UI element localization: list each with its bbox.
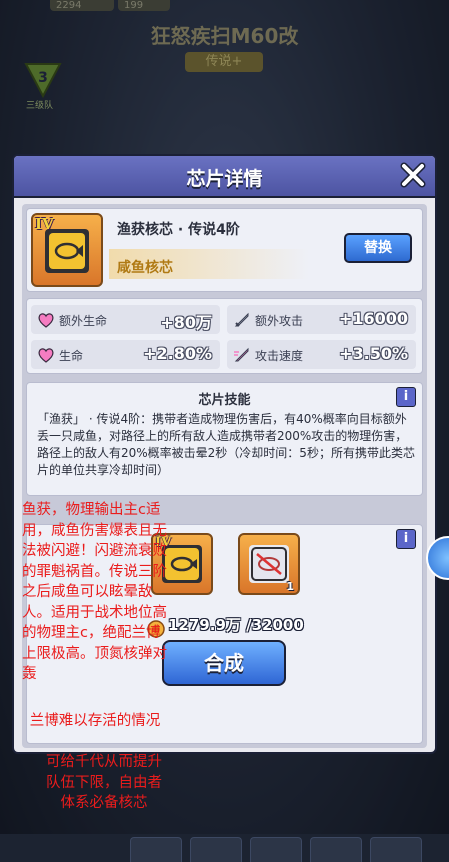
chip-name: 渔获核芯 · 传说4阶 [117, 222, 240, 238]
bottom-toolbar [0, 834, 449, 862]
weapon-title: 狂怒疾扫M60改 [150, 24, 299, 48]
rank-badge-icon: 3 [24, 63, 62, 98]
sword-speed-icon [234, 347, 249, 362]
chip-image: IV [31, 213, 103, 287]
skill-description: 「渔获」 · 传说4阶：携带者造成物理伤害后，有40%概率向目标额外丢一只咸鱼，… [37, 412, 415, 477]
stat-value: +3.50% [339, 344, 408, 363]
toolbar-slot[interactable] [190, 837, 242, 862]
replace-button[interactable]: 替换 [344, 233, 412, 263]
target-chip-slot[interactable]: 1 [238, 533, 300, 595]
stat-label: 生命 [59, 349, 84, 363]
dialog-title: 芯片详情 [186, 168, 263, 190]
annotation-text-3: 可给千代从而提升队伍下限，自由者体系必备核芯 [46, 754, 162, 811]
heart-icon [38, 313, 54, 328]
synthesize-button[interactable]: 合成 [162, 640, 286, 686]
stat-label: 额外生命 [59, 314, 108, 328]
annotation-text-2: 兰博难以存活的情况 [29, 713, 161, 729]
synthesis-cost: 1279.9万 /32000 [168, 616, 304, 634]
stat-value: +16000 [338, 309, 408, 328]
rank-label: 三级队 [26, 101, 54, 111]
skill-info-button[interactable]: i [396, 387, 416, 407]
toolbar-slot[interactable] [370, 837, 422, 862]
annotation-text: 鱼获，物理输出主c适用，咸鱼伤害爆表且无法被闪避！闪避流衰败的罪魁祸首。传说三阶… [22, 502, 167, 682]
stat-label: 攻击速度 [255, 349, 304, 363]
sword-icon [234, 312, 249, 327]
stat-label: 额外攻击 [255, 314, 304, 328]
close-icon[interactable] [399, 161, 427, 189]
stat-hp-percent: 生命 +2.80% [31, 340, 220, 369]
stat-attack-speed: 攻击速度 +3.50% [227, 340, 416, 369]
stat-extra-attack: 额外攻击 +16000 [227, 305, 416, 334]
stat-value: +2.80% [143, 344, 212, 363]
rarity-tag: 传说+ [185, 52, 263, 72]
stat-value: +80万 [160, 313, 212, 332]
toolbar-slot[interactable] [310, 837, 362, 862]
stat-extra-hp: 额外生命 +80万 [31, 305, 220, 334]
material-count: 1 [286, 580, 294, 593]
chip-class: 咸鱼核芯 [117, 260, 173, 276]
heart-icon [38, 348, 54, 363]
synthesis-info-button[interactable]: i [396, 529, 416, 549]
fish-chip-icon [49, 233, 85, 269]
stats-card: 额外生命 +80万 额外攻击 +16000 生命 +2.80% 攻击速度 +3.… [26, 298, 423, 374]
skill-card: 芯片技能 i 「渔获」 · 传说4阶：携带者造成物理伤害后，有40%概率向目标额… [26, 382, 423, 496]
bg-stat-left: 2294 [50, 0, 114, 11]
chip-summary-card: IV 渔获核芯 · 传说4阶 咸鱼核芯 替换 [26, 208, 423, 292]
tier-badge: IV [35, 215, 54, 233]
rank-number: 3 [38, 70, 48, 86]
bg-stat-right: 199 [118, 0, 170, 11]
no-fish-chip-icon [251, 547, 287, 581]
dialog-header: 芯片详情 [14, 156, 435, 198]
toolbar-slot[interactable] [250, 837, 302, 862]
skill-title: 芯片技能 [198, 393, 251, 408]
toolbar-slot[interactable] [130, 837, 182, 862]
